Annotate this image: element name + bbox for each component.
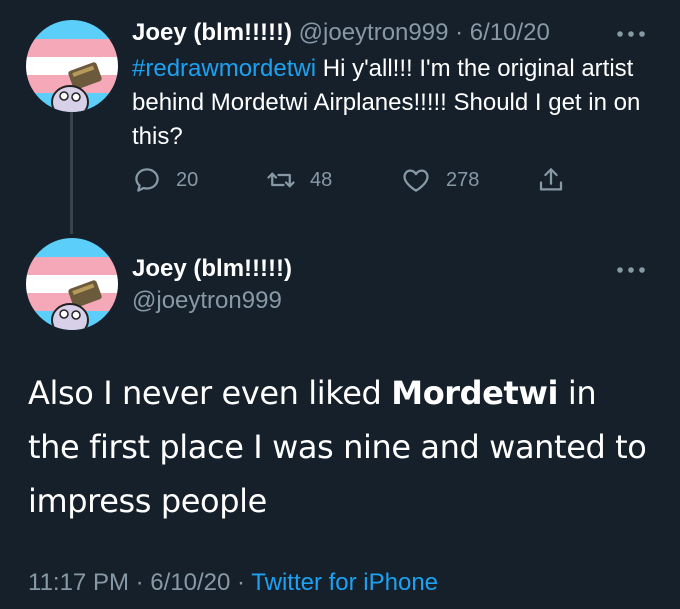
more-horizontal-icon[interactable]	[616, 29, 646, 39]
username-handle[interactable]: @joeytron999	[299, 19, 449, 46]
tweet-date[interactable]: 6/10/20	[470, 19, 550, 46]
display-name[interactable]: Joey (blm!!!!!)	[132, 255, 292, 282]
avatar-image	[26, 238, 118, 330]
reply-count: 20	[176, 168, 199, 191]
tweet-text: #redrawmordetwi Hi y'all!!! I'm the orig…	[132, 52, 652, 154]
username-handle[interactable]: @joeytron999	[132, 286, 282, 316]
retweet-count: 48	[310, 168, 333, 191]
reply-button[interactable]: 20	[132, 163, 198, 197]
more-horizontal-icon[interactable]	[616, 265, 646, 275]
thread-connector-line	[70, 112, 73, 234]
heart-icon	[403, 169, 429, 192]
tweet-body-bold: Mordetwi	[391, 374, 559, 412]
separator-dot: ·	[455, 19, 464, 46]
tweet-text: Also I never even liked Mordetwi in the …	[28, 366, 648, 528]
hashtag-link[interactable]: #redrawmordetwi	[132, 55, 316, 82]
share-button[interactable]	[536, 163, 580, 197]
share-icon	[539, 168, 563, 191]
separator-dot: ·	[237, 569, 246, 596]
avatar-image	[26, 20, 118, 112]
like-button[interactable]: 278	[400, 163, 479, 197]
display-name[interactable]: Joey (blm!!!!!)	[132, 19, 292, 46]
avatar[interactable]	[26, 20, 118, 112]
separator-dot: ·	[135, 569, 144, 596]
tweet-body-start: Also I never even liked	[28, 374, 392, 412]
retweet-icon	[267, 172, 295, 188]
tweet-date[interactable]: 6/10/20	[150, 569, 230, 596]
avatar[interactable]	[26, 238, 118, 330]
retweet-button[interactable]: 48	[266, 163, 332, 197]
like-count: 278	[446, 168, 480, 191]
reply-icon	[135, 168, 159, 192]
tweet-time[interactable]: 11:17 PM	[28, 569, 129, 596]
tweet-header: Joey (blm!!!!!)	[132, 254, 292, 284]
tweet-source-link[interactable]: Twitter for iPhone	[251, 569, 438, 596]
tweet-metadata: 11:17 PM · 6/10/20 · Twitter for iPhone	[28, 568, 438, 598]
tweet-header: Joey (blm!!!!!) @joeytron999 · 6/10/20	[132, 18, 550, 48]
